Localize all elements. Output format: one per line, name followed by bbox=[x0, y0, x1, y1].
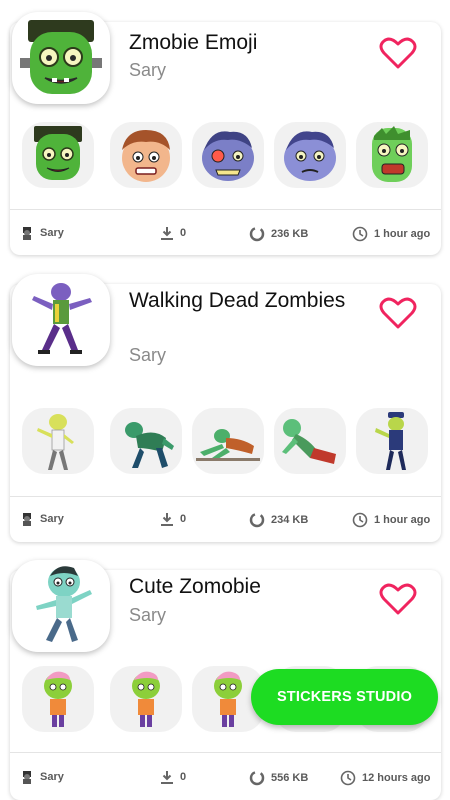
size-meta: 236 KB bbox=[249, 226, 308, 242]
pack-size: 556 KB bbox=[271, 772, 309, 784]
pack-size: 234 KB bbox=[271, 514, 309, 526]
divider bbox=[10, 496, 441, 497]
pack-size: 236 KB bbox=[271, 228, 309, 240]
clock-icon bbox=[340, 770, 356, 786]
sticker-pack-card[interactable]: Walking Dead Zombies Sary Sary 0 234 KB … bbox=[10, 274, 441, 542]
pack-author: Sary bbox=[129, 345, 167, 365]
stickers-studio-button[interactable]: STICKERS STUDIO bbox=[251, 669, 438, 725]
sticker-lying-zombie[interactable] bbox=[274, 408, 346, 474]
sticker-policeman-zombie[interactable] bbox=[356, 408, 428, 474]
pack-thumbnail bbox=[12, 560, 110, 652]
pack-title: Cute Zomobie bbox=[129, 575, 261, 598]
sticker-green-zombie-face[interactable] bbox=[356, 122, 428, 188]
downloads-meta: 0 bbox=[160, 770, 186, 784]
author-meta: Sary bbox=[20, 512, 64, 526]
pack-author: Sary bbox=[129, 60, 167, 80]
downloads-count: 0 bbox=[180, 513, 187, 525]
updated-time: 12 hours ago bbox=[362, 772, 431, 784]
downloads-count: 0 bbox=[180, 771, 187, 783]
size-icon bbox=[249, 770, 265, 786]
sticker-brain-zombie[interactable] bbox=[22, 666, 94, 732]
pack-thumbnail bbox=[12, 12, 110, 104]
sticker-frankenstein-face[interactable] bbox=[22, 122, 94, 188]
updated-meta: 12 hours ago bbox=[340, 770, 430, 786]
downloads-meta: 0 bbox=[160, 512, 186, 526]
author-meta: Sary bbox=[20, 770, 64, 784]
sticker-yellow-zombie[interactable] bbox=[22, 408, 94, 474]
author-meta: Sary bbox=[20, 226, 64, 240]
clock-icon bbox=[352, 512, 368, 528]
author-meta-label: Sary bbox=[40, 227, 64, 239]
download-icon bbox=[161, 513, 173, 526]
author-meta-label: Sary bbox=[40, 771, 64, 783]
pack-thumbnail bbox=[12, 274, 110, 366]
updated-meta: 1 hour ago bbox=[352, 226, 430, 242]
author-icon bbox=[23, 513, 31, 526]
sticker-crawling-zombie[interactable] bbox=[192, 408, 264, 474]
sticker-blue-zombie-face[interactable] bbox=[192, 122, 264, 188]
sticker-pack-card[interactable]: Zmobie Emoji Sary Sary 0 236 KB 1 hour a… bbox=[10, 12, 441, 255]
size-meta: 556 KB bbox=[249, 770, 308, 786]
sticker-brain-zombie[interactable] bbox=[110, 666, 182, 732]
pack-title: Zmobie Emoji bbox=[129, 31, 258, 54]
updated-time: 1 hour ago bbox=[374, 228, 431, 240]
heart-icon[interactable] bbox=[379, 296, 417, 330]
author-meta-label: Sary bbox=[40, 513, 64, 525]
size-meta: 234 KB bbox=[249, 512, 308, 528]
divider bbox=[10, 209, 441, 210]
downloads-count: 0 bbox=[180, 227, 187, 239]
download-icon bbox=[161, 227, 173, 240]
sticker-purple-zombie-face[interactable] bbox=[274, 122, 346, 188]
heart-icon[interactable] bbox=[379, 582, 417, 616]
downloads-meta: 0 bbox=[160, 226, 186, 240]
divider bbox=[10, 752, 441, 753]
sticker-preview-row bbox=[22, 122, 432, 188]
heart-icon[interactable] bbox=[379, 36, 417, 70]
author-icon bbox=[23, 771, 31, 784]
size-icon bbox=[249, 226, 265, 242]
author-icon bbox=[23, 227, 31, 240]
sticker-boy-face[interactable] bbox=[110, 122, 182, 188]
updated-time: 1 hour ago bbox=[374, 514, 431, 526]
pack-title: Walking Dead Zombies bbox=[129, 289, 346, 312]
size-icon bbox=[249, 512, 265, 528]
updated-meta: 1 hour ago bbox=[352, 512, 430, 528]
pack-author: Sary bbox=[129, 605, 167, 625]
download-icon bbox=[161, 771, 173, 784]
clock-icon bbox=[352, 226, 368, 242]
sticker-crouching-zombie[interactable] bbox=[110, 408, 182, 474]
sticker-preview-row bbox=[22, 408, 432, 474]
